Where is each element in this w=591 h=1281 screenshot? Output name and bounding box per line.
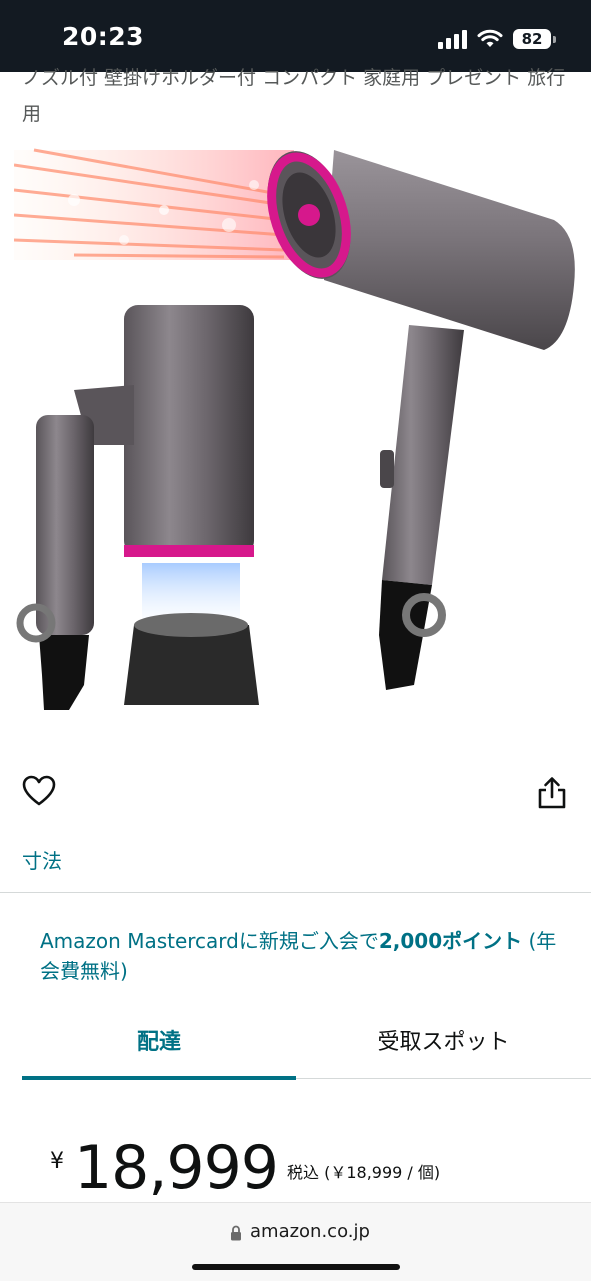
battery-level: 82 (521, 30, 543, 48)
home-indicator[interactable] (192, 1264, 400, 1270)
promo-points: 2,000ポイント (378, 929, 523, 953)
product-image[interactable] (14, 145, 576, 720)
active-tab-indicator (22, 1076, 296, 1080)
divider (0, 892, 591, 893)
hot-air-effect (14, 148, 294, 260)
tab-delivery[interactable]: 配達 (22, 1015, 296, 1075)
lock-icon (231, 1225, 241, 1241)
size-link[interactable]: 寸法 (22, 845, 62, 874)
price-currency: ¥ (50, 1149, 64, 1174)
share-icon[interactable] (536, 776, 568, 810)
product-title-snippet[interactable]: ノズル付 壁掛けホルダー付 コンパクト 家庭用 プレゼント 旅行用 (22, 60, 572, 132)
battery-indicator: 82 (513, 29, 556, 49)
hair-dryer-right (267, 150, 575, 690)
mastercard-promo-link[interactable]: Amazon Mastercardに新規ご入会で2,000ポイント (年会費無料… (40, 926, 560, 986)
url-text[interactable]: amazon.co.jp (250, 1221, 370, 1242)
tab-pickup-spot[interactable]: 受取スポット (296, 1015, 591, 1075)
heart-icon[interactable] (22, 774, 56, 808)
price-amount: 18,999 (74, 1133, 279, 1203)
hair-dryer-folded (16, 305, 259, 710)
status-icons: 82 (438, 26, 556, 52)
fulfillment-tabs: 配達 受取スポット (22, 1015, 591, 1080)
status-time: 20:23 (62, 22, 145, 51)
wifi-icon (477, 29, 503, 47)
browser-address-bar[interactable]: amazon.co.jp (0, 1202, 591, 1281)
price-tax-note: 税込 (￥18,999 / 個) (287, 1163, 441, 1182)
cellular-signal-icon (438, 29, 467, 49)
promo-prefix: Amazon Mastercardに新規ご入会で (40, 929, 379, 953)
battery-tip (553, 36, 556, 43)
